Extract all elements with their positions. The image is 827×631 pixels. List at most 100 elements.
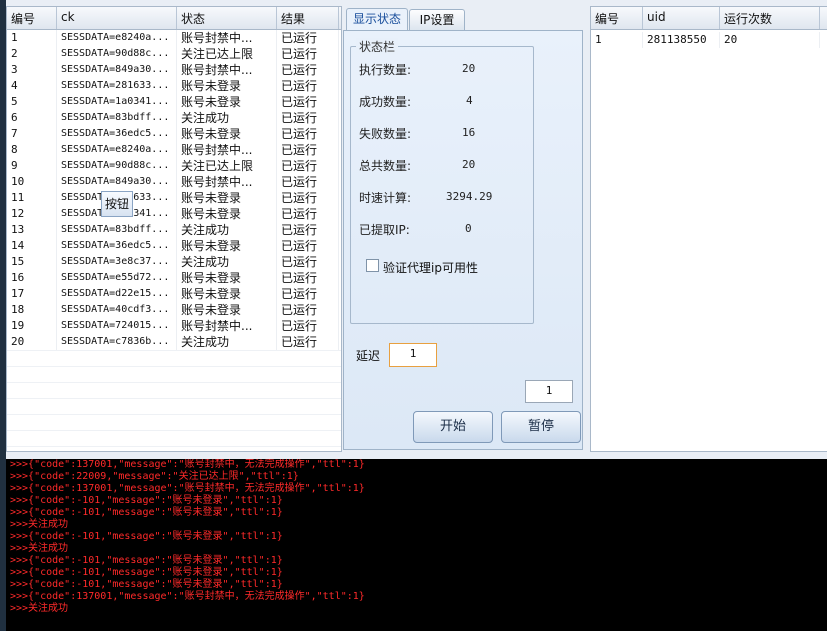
log-line: >>>{"code":22009,"message":"关注已达上限","ttl…: [10, 471, 299, 482]
table-row[interactable]: 13 SESSDATA=83bdff... 关注成功 已运行: [7, 222, 341, 238]
uid-table[interactable]: 编号 uid 运行次数 1 281138550 20: [590, 6, 827, 452]
row-id: 7: [7, 126, 57, 142]
row-id: 11: [7, 190, 57, 206]
pause-button[interactable]: 暂停: [501, 411, 581, 443]
table-row[interactable]: 14 SESSDATA=36edc5... 账号未登录 已运行: [7, 238, 341, 254]
table-row[interactable]: 11SESSDATA=281633...账号未登录已运行: [7, 190, 341, 206]
start-button[interactable]: 开始: [413, 411, 493, 443]
row-status: 账号未登录: [177, 78, 277, 94]
row-id: 12: [7, 206, 57, 222]
delay-input[interactable]: 1: [389, 343, 437, 367]
row-status: 账号未登录: [177, 286, 277, 302]
row-status: 账号未登录: [177, 302, 277, 318]
table-row[interactable]: 8 SESSDATA=e8240a... 账号封禁中... 已运行: [7, 142, 341, 158]
stat-label-ip-fetched: 已提取IP:: [359, 223, 410, 237]
table-row[interactable]: 1 SESSDATA=e8240a... 账号封禁中... 已运行: [7, 30, 341, 46]
stat-label-failed: 失败数量:: [359, 127, 412, 141]
col-header-status[interactable]: 状态: [177, 7, 277, 29]
row-id: 1: [7, 30, 57, 46]
table-row[interactable]: 3 SESSDATA=849a30... 账号封禁中... 已运行: [7, 62, 341, 78]
status-groupbox: [350, 46, 534, 324]
row-ck: SESSDATA=281633...: [57, 78, 177, 94]
table-row[interactable]: 10 SESSDATA=849a30... 账号封禁中... 已运行: [7, 174, 341, 190]
log-line: >>>关注成功: [10, 519, 69, 530]
row-ck: SESSDATA=90d88c...: [57, 46, 177, 62]
row-status: 账号未登录: [177, 190, 277, 206]
row-id: 6: [7, 110, 57, 126]
row-result: 已运行: [277, 30, 339, 46]
count-input[interactable]: 1: [525, 380, 573, 403]
table-row[interactable]: 19 SESSDATA=724015... 账号封禁中... 已运行: [7, 318, 341, 334]
table-row[interactable]: 1 281138550 20: [591, 32, 827, 48]
row-status: 账号封禁中...: [177, 30, 277, 46]
stat-value-total: 20: [462, 158, 476, 171]
account-table-header: 编号 ck 状态 结果: [7, 7, 341, 30]
table-row[interactable]: 5 SESSDATA=1a0341... 账号未登录 已运行: [7, 94, 341, 110]
verify-proxy-checkbox[interactable]: [366, 259, 379, 272]
account-table[interactable]: 编号 ck 状态 结果 1 SESSDATA=e8240a... 账号封禁中... 已…: [6, 6, 342, 452]
col-header-uid[interactable]: uid: [643, 7, 720, 29]
col-header-id[interactable]: 编号: [591, 7, 643, 29]
table-row[interactable]: 15 SESSDATA=3e8c37... 关注成功 已运行: [7, 254, 341, 270]
table-row[interactable]: 9 SESSDATA=90d88c... 关注已达上限 已运行: [7, 158, 341, 174]
row-uid: 281138550: [643, 32, 720, 48]
row-id: 20: [7, 334, 57, 350]
row-id: 18: [7, 302, 57, 318]
row-ck: SESSDATA=d22e15...: [57, 286, 177, 302]
row-id: 2: [7, 46, 57, 62]
row-id: 3: [7, 62, 57, 78]
row-ck: SESSDATA=e8240a...: [57, 142, 177, 158]
stat-label-executed: 执行数量:: [359, 63, 412, 77]
col-header-ck[interactable]: ck: [57, 7, 177, 29]
col-header-run-count[interactable]: 运行次数: [720, 7, 820, 29]
row-result: 已运行: [277, 62, 339, 78]
log-line: >>>{"code":137001,"message":"账号封禁中，无法完成操…: [10, 591, 365, 602]
row-ck: SESSDATA=40cdf3...: [57, 302, 177, 318]
row-ck: SESSDATA=849a30...: [57, 174, 177, 190]
stat-value-failed: 16: [462, 126, 476, 139]
log-line: >>>{"code":137001,"message":"账号封禁中，无法完成操…: [10, 459, 365, 470]
row-result: 已运行: [277, 286, 339, 302]
table-row[interactable]: 6 SESSDATA=83bdff... 关注成功 已运行: [7, 110, 341, 126]
row-result: 已运行: [277, 46, 339, 62]
row-ck: SESSDATA=849a30...: [57, 62, 177, 78]
row-ck: SESSDATA=1a0341...: [57, 94, 177, 110]
row-result: 已运行: [277, 318, 339, 334]
table-row[interactable]: 7 SESSDATA=36edc5... 账号未登录 已运行: [7, 126, 341, 142]
verify-proxy-label[interactable]: 验证代理ip可用性: [383, 259, 478, 276]
log-console[interactable]: >>>{"code":137001,"message":"账号封禁中，无法完成操…: [6, 459, 827, 631]
log-line: >>>{"code":-101,"message":"账号未登录","ttl":…: [10, 555, 283, 566]
row-id: 9: [7, 158, 57, 174]
row-result: 已运行: [277, 78, 339, 94]
floating-button[interactable]: 按钮: [101, 191, 133, 217]
account-table-body: 1 SESSDATA=e8240a... 账号封禁中... 已运行 2 SESSDATA=…: [7, 30, 341, 350]
row-ck: SESSDATA=36edc5...: [57, 238, 177, 254]
tab-display-status[interactable]: 显示状态: [346, 8, 408, 31]
table-row[interactable]: 4 SESSDATA=281633... 账号未登录 已运行: [7, 78, 341, 94]
row-result: 已运行: [277, 94, 339, 110]
table-row[interactable]: 20 SESSDATA=c7836b... 关注成功 已运行: [7, 334, 341, 350]
table-row[interactable]: 2 SESSDATA=90d88c... 关注已达上限 已运行: [7, 46, 341, 62]
row-result: 已运行: [277, 238, 339, 254]
row-id: 15: [7, 254, 57, 270]
uid-table-header: 编号 uid 运行次数: [591, 7, 827, 30]
row-ck: SESSDATA=e8240a...: [57, 30, 177, 46]
row-result: 已运行: [277, 302, 339, 318]
row-status: 账号封禁中...: [177, 142, 277, 158]
col-header-result[interactable]: 结果: [277, 7, 339, 29]
tab-ip-settings[interactable]: IP设置: [409, 9, 465, 31]
table-row[interactable]: 17 SESSDATA=d22e15... 账号未登录 已运行: [7, 286, 341, 302]
stat-label-total: 总共数量:: [359, 159, 412, 173]
stat-value-ip-fetched: 0: [465, 222, 472, 235]
table-row[interactable]: 16 SESSDATA=e55d72... 账号未登录 已运行: [7, 270, 341, 286]
row-status: 账号未登录: [177, 126, 277, 142]
row-ck: SESSDATA=83bdff...: [57, 222, 177, 238]
table-row[interactable]: 18 SESSDATA=40cdf3... 账号未登录 已运行: [7, 302, 341, 318]
row-ck: SESSDATA=3e8c37...: [57, 254, 177, 270]
col-header-id[interactable]: 编号: [7, 7, 57, 29]
stat-value-speed: 3294.29: [446, 190, 493, 203]
table-row[interactable]: 12SESSDATA=1a0341...账号未登录已运行: [7, 206, 341, 222]
row-result: 已运行: [277, 254, 339, 270]
delay-label: 延迟: [356, 349, 381, 363]
empty-grid: [7, 350, 341, 451]
